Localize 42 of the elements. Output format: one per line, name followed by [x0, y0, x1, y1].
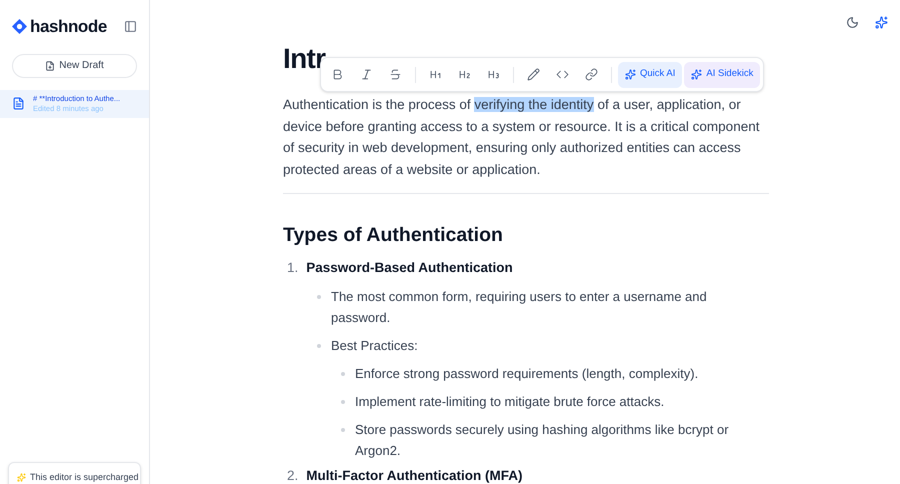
heading-1-icon	[429, 68, 442, 81]
logo-text: hashnode	[30, 16, 107, 38]
pen-icon	[527, 68, 540, 81]
list-item-text: Implement rate-limiting to mitigate brute force attacks.	[355, 392, 664, 411]
heading-2-icon	[458, 68, 471, 81]
new-draft-button[interactable]: New Draft	[12, 54, 137, 78]
strikethrough-icon	[389, 68, 402, 81]
bullet-icon	[317, 294, 321, 298]
list-item-title: Password-Based Authentication	[306, 259, 513, 277]
list-item-text: Best Practices:	[331, 336, 418, 354]
italic-icon	[360, 68, 373, 81]
document-icon	[12, 97, 25, 110]
bullet-icon	[317, 344, 321, 348]
moon-icon	[846, 16, 859, 29]
intro-paragraph: Authentication is the process of verifying the identity of a user, application, or device before granting access to a system or resource. It is a critical component of security in web development, ensuring only authorized entities can access protected areas of a website or application.	[283, 96, 760, 179]
promo-text: This editor is supercharged	[30, 472, 139, 483]
bold-icon	[331, 68, 344, 81]
code-icon	[556, 68, 569, 81]
list-number: 2.	[287, 467, 298, 484]
sparkle-icon	[17, 473, 26, 482]
section-heading: Types of Authentication	[283, 223, 504, 248]
list-item-text: Enforce strong password requirements (length, complexity).	[355, 364, 698, 383]
list-item-text: Store passwords securely using hashing algorithms like bcrypt or Argon2.	[355, 420, 730, 460]
dark-mode-button[interactable]	[846, 16, 859, 29]
sparkle-icon	[691, 69, 702, 80]
file-plus-icon	[45, 60, 56, 70]
bullet-icon	[341, 400, 345, 404]
sparkle-icon	[875, 16, 888, 29]
panel-icon	[124, 20, 137, 34]
bullet-icon	[341, 428, 345, 432]
sidebar-toggle-button[interactable]	[124, 20, 137, 34]
link-icon	[585, 68, 598, 81]
sparkle-icon	[625, 69, 636, 80]
list-number: 1.	[287, 259, 298, 277]
article-title: Intr	[283, 42, 326, 76]
list-item-text: The most common form, requiring users to enter a username and password.	[331, 288, 708, 327]
list-item-title: Multi-Factor Authentication (MFA)	[306, 467, 522, 484]
ai-assist-button[interactable]	[875, 16, 888, 29]
heading-3-icon	[487, 68, 500, 81]
quick-ai-button[interactable]: Quick AI	[618, 62, 682, 88]
ai-sidekick-button[interactable]: AI Sidekick	[684, 62, 760, 88]
bullet-icon	[341, 372, 345, 376]
